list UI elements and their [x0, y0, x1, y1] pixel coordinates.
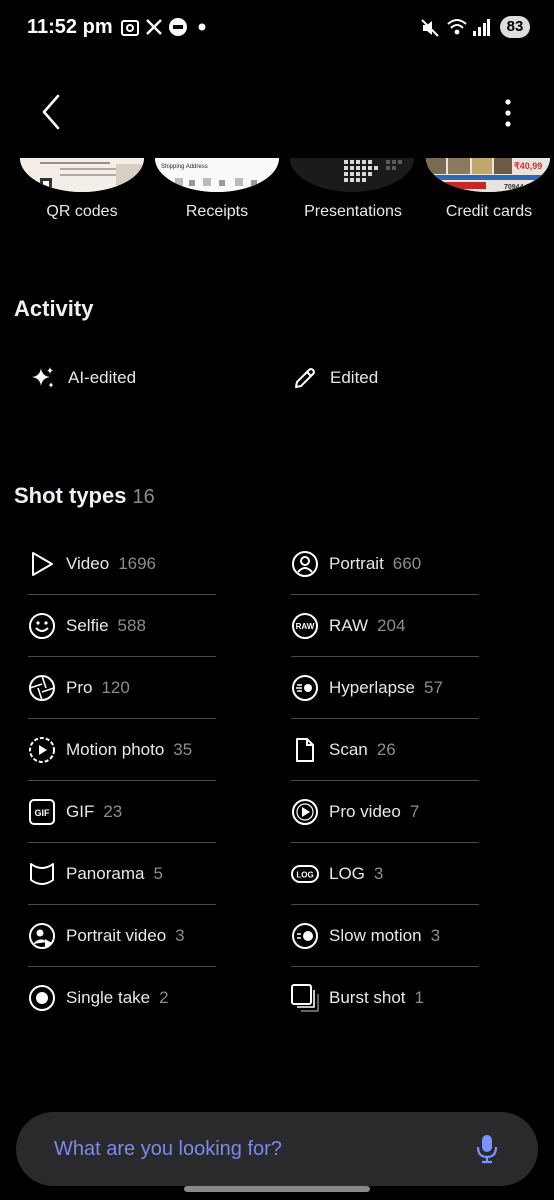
- shot-types-count: 16: [132, 486, 155, 508]
- svg-text:₹40,99: ₹40,99: [514, 161, 542, 171]
- search-placeholder[interactable]: What are you looking for?: [54, 1138, 282, 1161]
- shot-type-single-take[interactable]: Single take 2: [28, 967, 216, 1029]
- shot-types-heading: Shot types 16: [14, 483, 155, 508]
- notification-dot-icon: [198, 23, 206, 31]
- credit-cards-thumbnail[interactable]: ₹40,99 70944 3521: [426, 158, 550, 192]
- portrait-icon: [292, 550, 318, 577]
- svg-text:GIF: GIF: [35, 808, 51, 818]
- shot-type-pro-video[interactable]: Pro video 7: [291, 781, 479, 843]
- panorama-icon: [30, 862, 54, 885]
- hyperlapse-icon: [292, 674, 318, 701]
- raw-icon: RAW: [292, 612, 318, 639]
- shot-type-gif[interactable]: GIF GIF 23: [28, 781, 216, 843]
- battery-indicator: 83: [500, 16, 530, 38]
- category-label-qr-codes: QR codes: [46, 203, 118, 220]
- microphone-icon[interactable]: [476, 1134, 498, 1164]
- shot-type-panorama[interactable]: Panorama 5: [28, 843, 216, 905]
- category-label-presentations: Presentations: [304, 203, 402, 220]
- motion-photo-icon: [29, 736, 55, 763]
- slow-motion-icon: [292, 922, 318, 949]
- mute-icon: [421, 19, 439, 37]
- wifi-icon: [447, 19, 467, 35]
- status-bar: 11:52 pm 83: [0, 0, 554, 56]
- category-label-receipts: Receipts: [185, 203, 249, 220]
- log-icon: LOG: [291, 864, 319, 883]
- category-cards: Shipping Address ₹40,99 70944 3521 QR co…: [0, 158, 554, 228]
- status-time: 11:52 pm: [27, 16, 113, 38]
- x-logo-icon: [146, 19, 162, 35]
- burst-shot-icon: [291, 984, 319, 1012]
- activity-item-ai-edited[interactable]: AI-edited: [30, 360, 136, 396]
- shot-type-scan[interactable]: Scan 26: [291, 719, 479, 781]
- home-indicator: [184, 1186, 370, 1192]
- shot-type-portrait-video[interactable]: Portrait video 3: [28, 905, 216, 967]
- activity-heading: Activity: [14, 296, 94, 321]
- activity-label-edited: Edited: [330, 368, 379, 387]
- shot-type-burst-shot[interactable]: Burst shot 1: [291, 967, 479, 1029]
- shot-type-selfie[interactable]: Selfie 588: [28, 595, 216, 657]
- svg-text:LOG: LOG: [296, 870, 313, 879]
- shot-type-motion-photo[interactable]: Motion photo 35: [28, 719, 216, 781]
- svg-text:Shipping Address: Shipping Address: [161, 164, 208, 170]
- video-play-icon: [32, 551, 53, 576]
- app-notification-icon: [169, 18, 187, 36]
- shot-type-log[interactable]: LOG LOG 3: [291, 843, 479, 905]
- sparkle-icon: [32, 367, 54, 388]
- shot-type-video[interactable]: Video 1696: [28, 533, 216, 595]
- screenshot-icon: [121, 20, 139, 36]
- category-label-credit-cards: Credit cards: [445, 203, 533, 220]
- gif-icon: GIF: [29, 798, 55, 825]
- more-options-icon[interactable]: [500, 96, 516, 130]
- receipts-thumbnail[interactable]: Shipping Address: [155, 158, 279, 192]
- shot-type-hyperlapse[interactable]: Hyperlapse 57: [291, 657, 479, 719]
- single-take-icon: [29, 985, 55, 1011]
- shot-type-raw[interactable]: RAW RAW 204: [291, 595, 479, 657]
- svg-text:70944 3521: 70944 3521: [504, 184, 541, 191]
- selfie-icon: [29, 612, 55, 639]
- pro-aperture-icon: [29, 674, 55, 701]
- search-bar[interactable]: What are you looking for?: [16, 1112, 538, 1186]
- shot-type-pro[interactable]: Pro 120: [28, 657, 216, 719]
- activity-label-ai-edited: AI-edited: [68, 368, 137, 387]
- shot-type-portrait[interactable]: Portrait 660: [291, 533, 479, 595]
- pencil-icon: [295, 368, 315, 388]
- pro-video-icon: [292, 798, 318, 825]
- back-icon[interactable]: [34, 90, 70, 134]
- signal-icon: [473, 19, 490, 36]
- portrait-video-icon: [29, 922, 55, 949]
- activity-item-edited[interactable]: Edited: [292, 360, 378, 396]
- svg-text:RAW: RAW: [296, 622, 315, 631]
- presentations-thumbnail[interactable]: [290, 158, 414, 192]
- qr-codes-thumbnail[interactable]: [20, 158, 144, 192]
- shot-type-slow-motion[interactable]: Slow motion 3: [291, 905, 479, 967]
- scan-document-icon: [296, 737, 314, 762]
